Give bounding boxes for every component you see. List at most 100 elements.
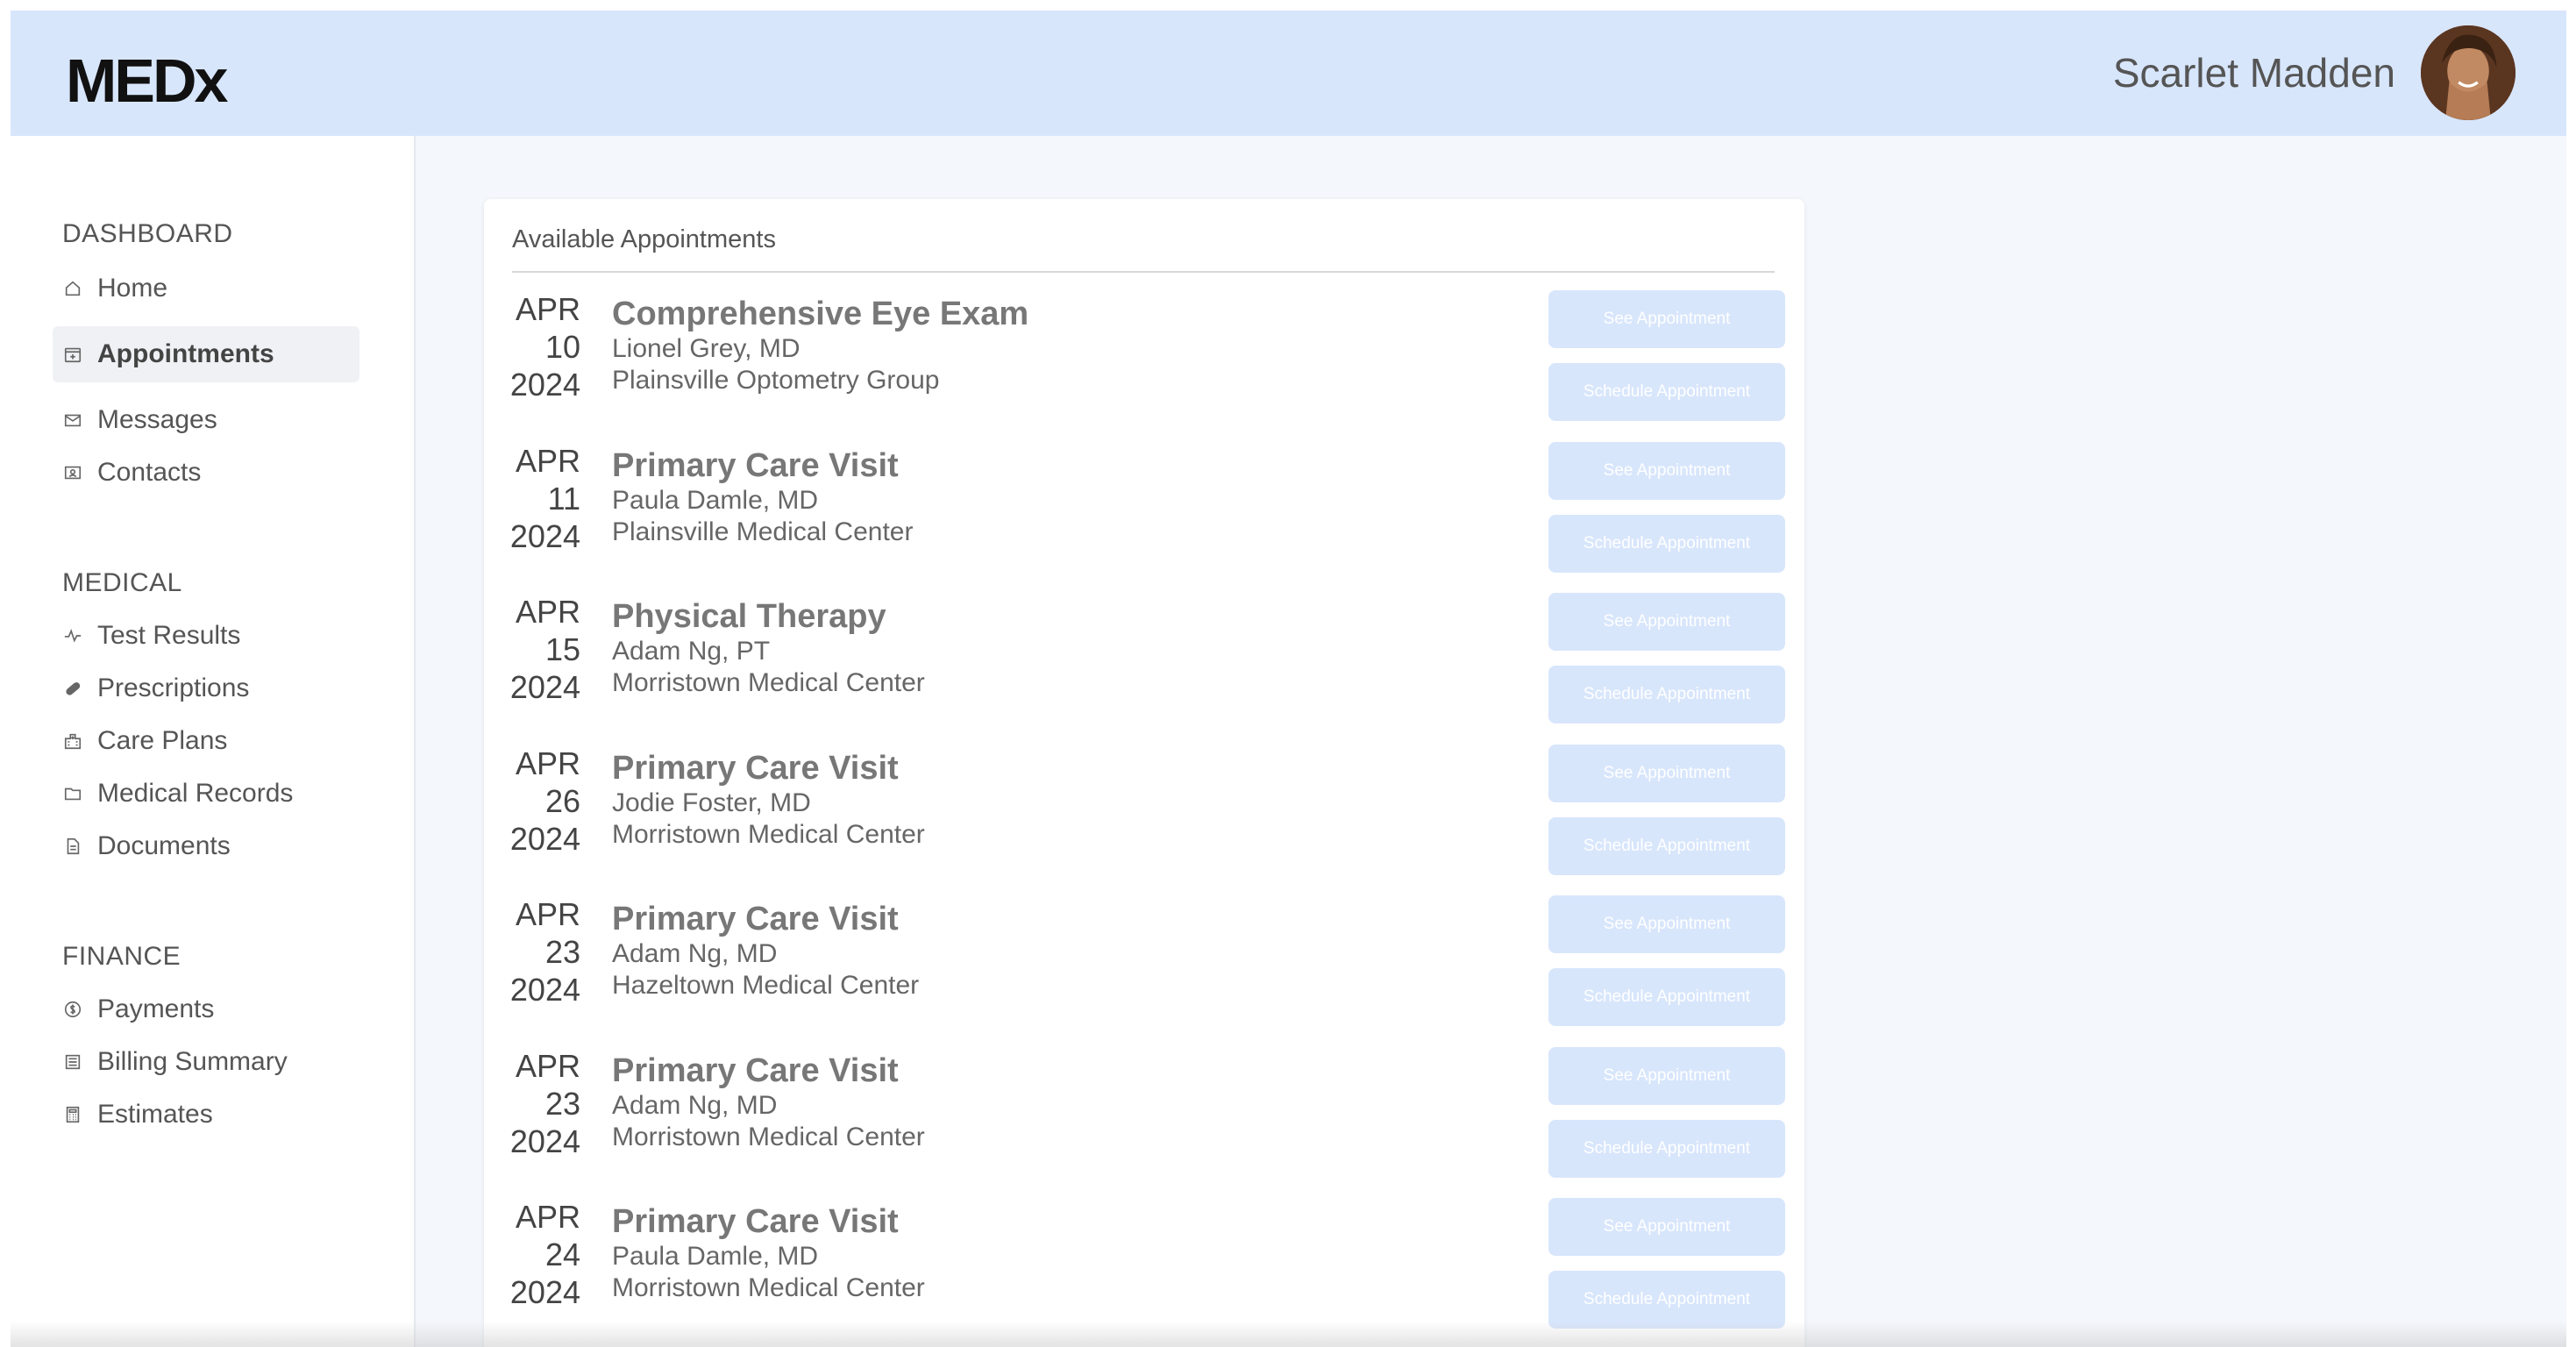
appointment-row: APR 23 2024 Primary Care Visit Adam Ng, MD Mo… xyxy=(484,1046,1804,1198)
date-year: 2024 xyxy=(509,1274,580,1310)
appointment-provider: Adam Ng, MD xyxy=(612,939,778,968)
appointment-info: Primary Care Visit Paula Damle, MD Plainsv… xyxy=(612,446,913,548)
app-window: MEDx Scarlet Madden DASHBOARD Home Appoi… xyxy=(11,11,2566,1347)
see-appointment-button[interactable]: See Appointment xyxy=(1548,290,1785,348)
appointment-info: Primary Care Visit Adam Ng, MD Morristown … xyxy=(612,1051,925,1153)
appointment-row: APR 23 2024 Primary Care Visit Adam Ng, MD Ha… xyxy=(484,895,1804,1046)
sidebar-item-test-results[interactable]: Test Results xyxy=(53,608,359,664)
appointment-title: Physical Therapy xyxy=(612,598,886,635)
appointment-date: APR 26 2024 xyxy=(493,745,580,858)
date-day: 11 xyxy=(547,480,580,517)
appointment-info: Physical Therapy Adam Ng, PT Morristown Me… xyxy=(612,597,925,699)
sidebar-item-prescriptions[interactable]: Prescriptions xyxy=(53,660,359,716)
date-day: 23 xyxy=(544,1085,580,1122)
app-logo[interactable]: MEDx xyxy=(66,46,228,116)
date-day: 23 xyxy=(544,934,580,970)
user-name[interactable]: Scarlet Madden xyxy=(2113,49,2395,96)
appointment-location: Hazeltown Medical Center xyxy=(612,971,920,1000)
date-day: 26 xyxy=(544,782,580,819)
sidebar-item-label: Contacts xyxy=(97,458,202,487)
date-month: APR xyxy=(515,291,580,327)
sidebar-item-appointments[interactable]: Appointments xyxy=(53,326,359,382)
schedule-appointment-button[interactable]: Schedule Appointment xyxy=(1548,514,1785,573)
date-month: APR xyxy=(515,594,580,630)
appointment-row: APR 26 2024 Primary Care Visit Jodie Foster,… xyxy=(484,744,1804,895)
sidebar-item-billing-summary[interactable]: Billing Summary xyxy=(53,1034,359,1090)
home-icon xyxy=(62,278,83,299)
date-year: 2024 xyxy=(509,1122,580,1159)
hospital-icon xyxy=(62,731,83,752)
sidebar-item-care-plans[interactable]: Care Plans xyxy=(53,713,359,769)
appointment-location: Morristown Medical Center xyxy=(612,668,925,697)
schedule-appointment-button[interactable]: Schedule Appointment xyxy=(1548,666,1785,723)
schedule-appointment-button[interactable]: Schedule Appointment xyxy=(1548,968,1785,1026)
sidebar-item-label: Medical Records xyxy=(97,779,294,808)
calendar-icon xyxy=(62,344,83,365)
contact-card-icon xyxy=(62,462,83,483)
sidebar-item-label: Estimates xyxy=(97,1100,213,1129)
date-month: APR xyxy=(515,896,580,932)
appointment-location: Morristown Medical Center xyxy=(612,1122,925,1151)
appointment-location: Morristown Medical Center xyxy=(612,819,925,849)
appointment-title: Primary Care Visit xyxy=(612,749,899,787)
date-year: 2024 xyxy=(509,820,580,857)
appointment-title: Primary Care Visit xyxy=(612,446,899,484)
appointment-title: Comprehensive Eye Exam xyxy=(612,296,1029,332)
date-year: 2024 xyxy=(509,972,580,1008)
sidebar-item-messages[interactable]: Messages xyxy=(53,392,359,448)
appointment-date: APR 23 2024 xyxy=(493,1047,580,1160)
see-appointment-button[interactable]: See Appointment xyxy=(1548,593,1785,651)
date-year: 2024 xyxy=(509,669,580,705)
mail-icon xyxy=(62,410,83,431)
appointment-provider: Paula Damle, MD xyxy=(612,485,819,515)
sidebar-item-label: Home xyxy=(97,274,168,303)
date-day: 15 xyxy=(544,631,580,667)
activity-icon xyxy=(62,625,83,646)
appointment-date: APR 24 2024 xyxy=(493,1198,580,1311)
date-year: 2024 xyxy=(509,367,580,403)
appointment-location: Morristown Medical Center xyxy=(612,1273,925,1302)
appointments-card: Available Appointments APR 10 2024 Comprehe… xyxy=(484,199,1804,1347)
bottom-shadow xyxy=(11,1321,2566,1347)
folder-icon xyxy=(62,783,83,804)
appointment-title: Primary Care Visit xyxy=(612,1051,899,1089)
appointment-info: Primary Care Visit Jodie Foster, MD Morris… xyxy=(612,749,925,851)
appointment-date: APR 23 2024 xyxy=(493,895,580,1008)
schedule-appointment-button[interactable]: Schedule Appointment xyxy=(1548,1119,1785,1178)
appointment-title: Primary Care Visit xyxy=(612,901,899,937)
sidebar-item-label: Billing Summary xyxy=(97,1047,288,1076)
sidebar-item-medical-records[interactable]: Medical Records xyxy=(53,766,359,822)
schedule-appointment-button[interactable]: Schedule Appointment xyxy=(1548,363,1785,421)
date-month: APR xyxy=(515,442,580,479)
date-month: APR xyxy=(515,1199,580,1235)
sidebar-item-label: Prescriptions xyxy=(97,674,250,702)
see-appointment-button[interactable]: See Appointment xyxy=(1548,1198,1785,1256)
sidebar-item-label: Payments xyxy=(97,994,215,1023)
see-appointment-button[interactable]: See Appointment xyxy=(1548,441,1785,500)
sidebar-item-estimates[interactable]: Estimates xyxy=(53,1087,359,1143)
appointment-info: Comprehensive Eye Exam Lionel Grey, MD Pla… xyxy=(612,295,1028,396)
see-appointment-button[interactable]: See Appointment xyxy=(1548,1046,1785,1105)
appointment-date: APR 10 2024 xyxy=(493,290,580,403)
appointment-provider: Lionel Grey, MD xyxy=(612,334,801,363)
avatar[interactable] xyxy=(2421,25,2516,120)
sidebar-item-home[interactable]: Home xyxy=(53,260,359,317)
sidebar-item-payments[interactable]: Payments xyxy=(53,981,359,1037)
appointment-provider: Adam Ng, MD xyxy=(612,1090,778,1120)
title-divider xyxy=(512,271,1775,273)
section-title-finance: FINANCE xyxy=(62,942,181,971)
appointment-title: Primary Care Visit xyxy=(612,1203,899,1240)
sidebar-item-label: Messages xyxy=(97,405,217,434)
date-year: 2024 xyxy=(509,517,580,554)
appointment-row: APR 11 2024 Primary Care Visit Paula Damle, … xyxy=(484,441,1804,593)
sidebar-item-contacts[interactable]: Contacts xyxy=(53,445,359,501)
appointment-location: Plainsville Medical Center xyxy=(612,517,914,546)
sidebar: DASHBOARD Home Appointments Messages Con… xyxy=(11,136,416,1347)
schedule-appointment-button[interactable]: Schedule Appointment xyxy=(1548,816,1785,875)
see-appointment-button[interactable]: See Appointment xyxy=(1548,895,1785,953)
sidebar-item-documents[interactable]: Documents xyxy=(53,818,359,874)
sidebar-item-label: Appointments xyxy=(97,339,274,368)
appointment-provider: Paula Damle, MD xyxy=(612,1242,819,1271)
see-appointment-button[interactable]: See Appointment xyxy=(1548,744,1785,802)
card-title: Available Appointments xyxy=(512,225,776,253)
